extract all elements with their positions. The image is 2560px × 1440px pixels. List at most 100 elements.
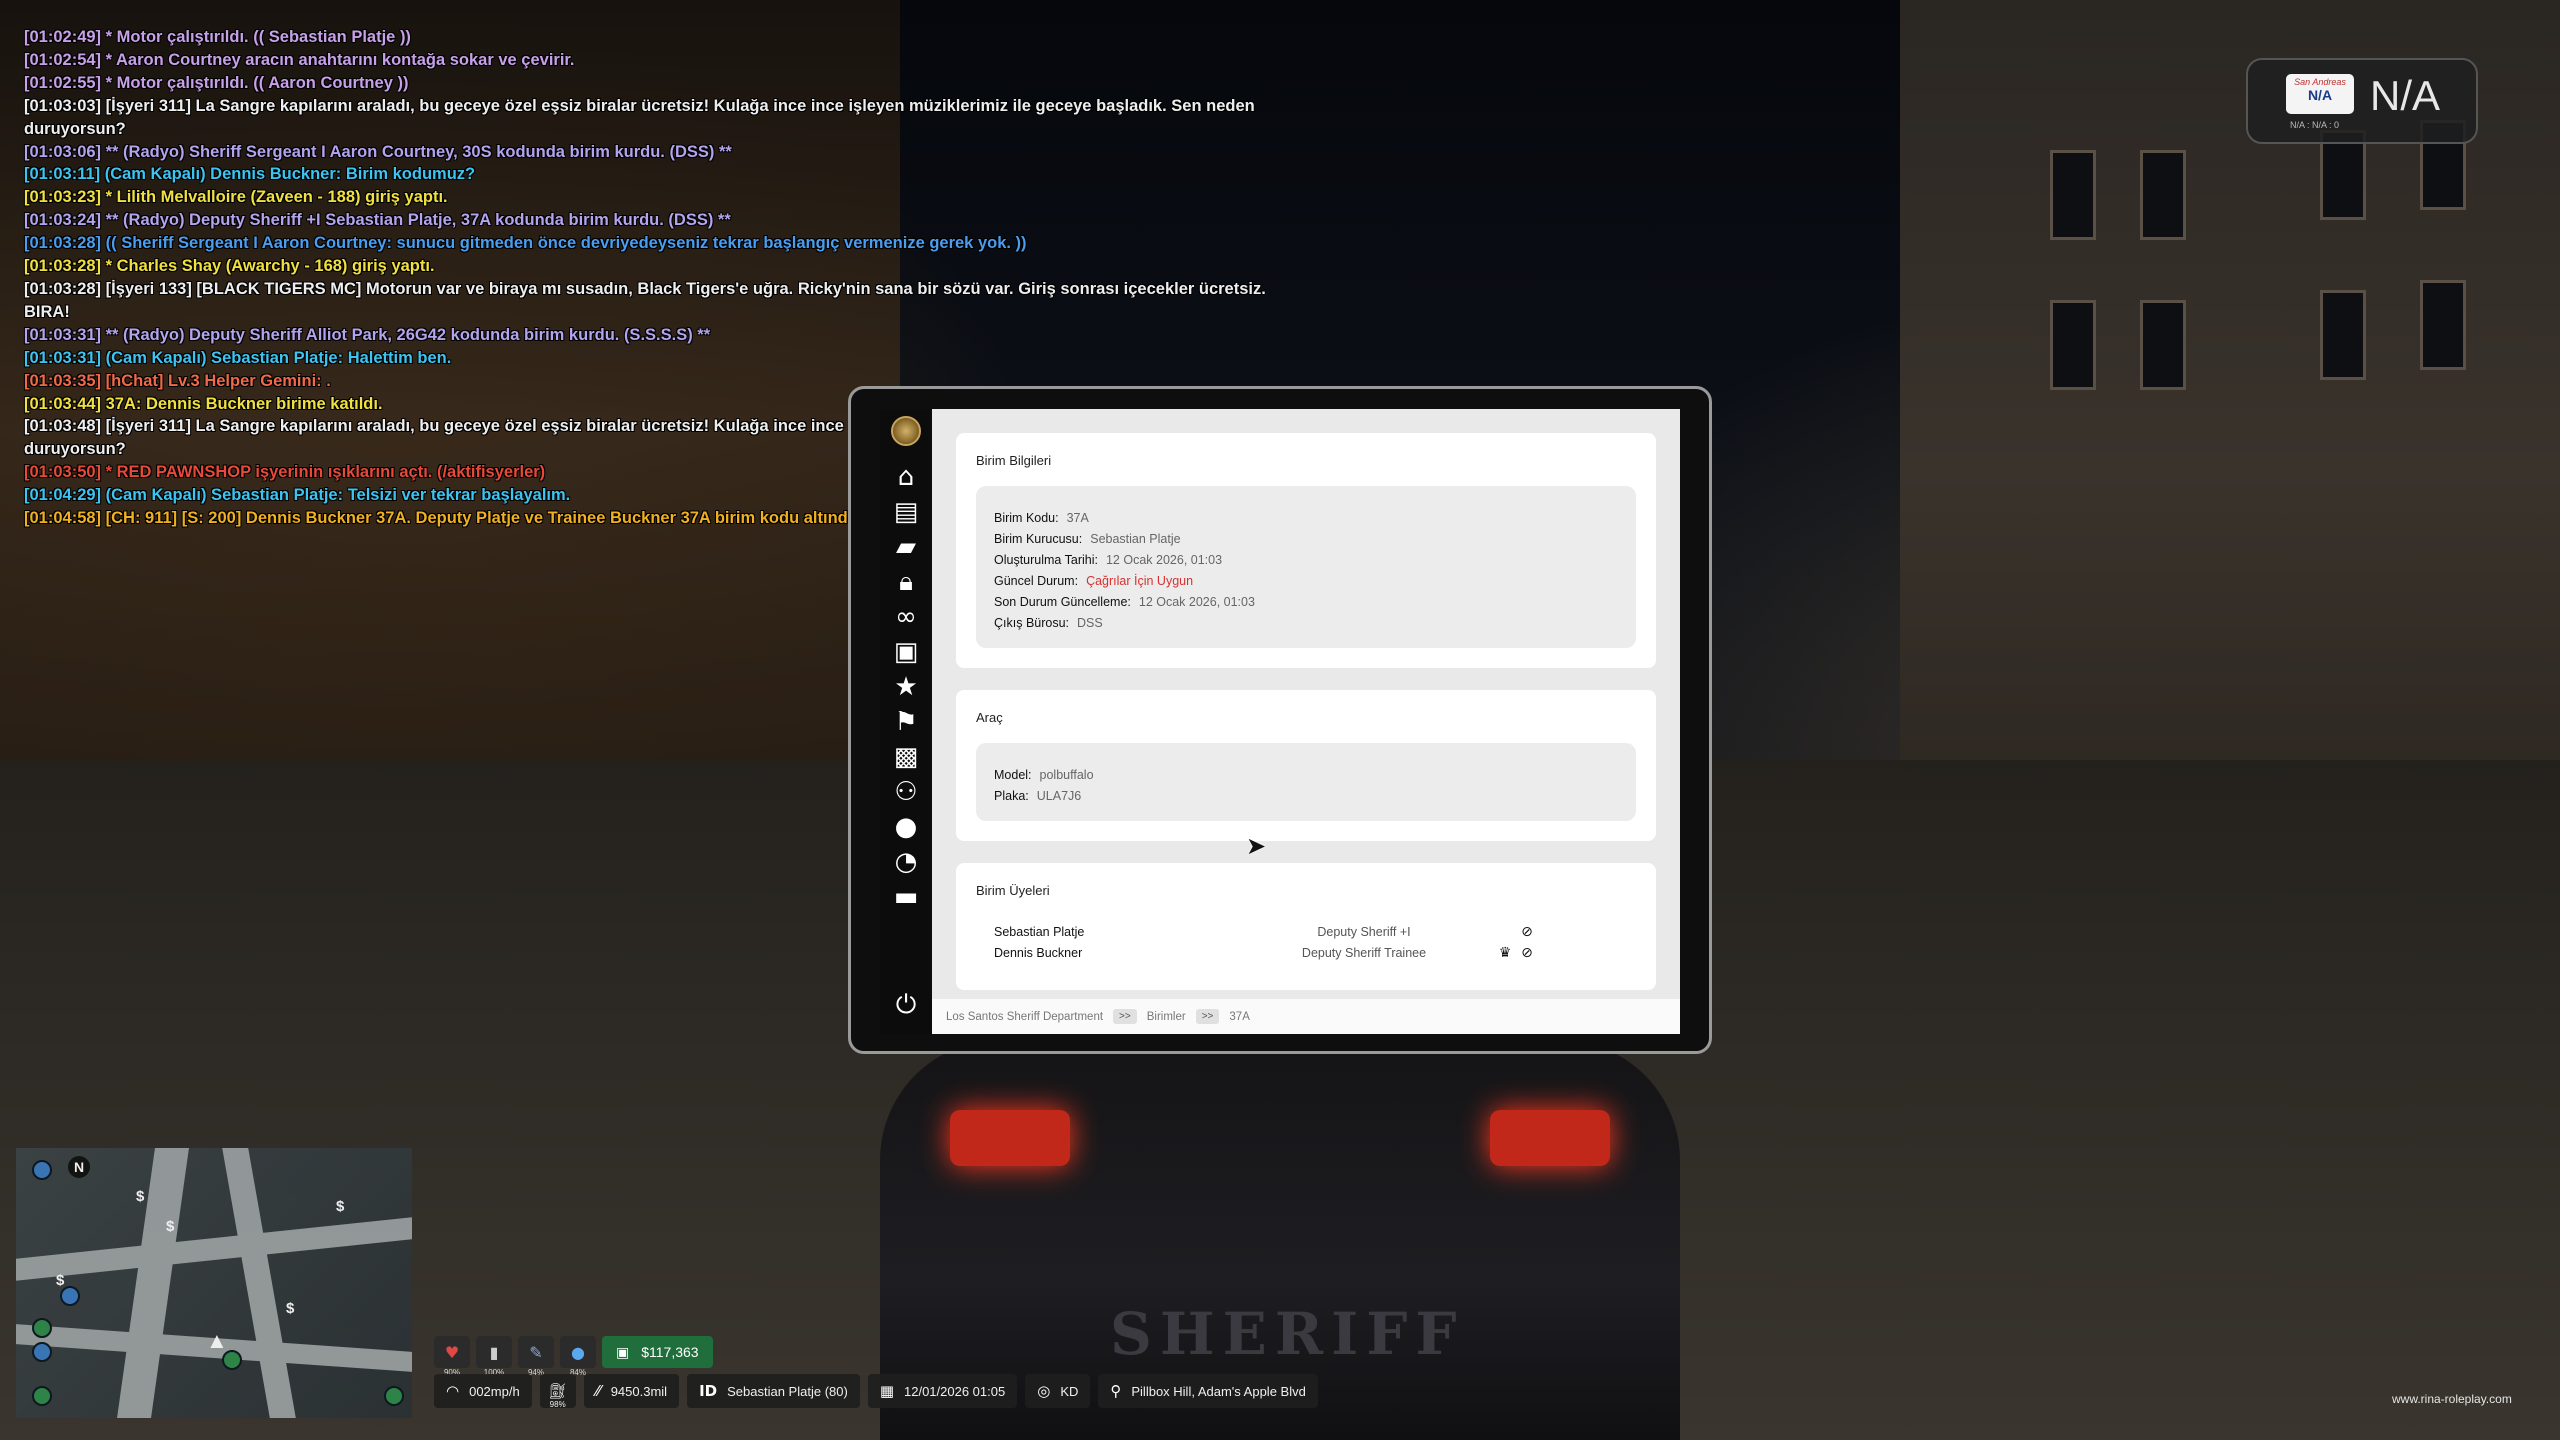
- map-blip-icon: [32, 1386, 52, 1406]
- member-name: Sebastian Platje: [994, 925, 1085, 939]
- vehicle-title: Araç: [976, 710, 1003, 725]
- power-icon[interactable]: ⏻: [880, 989, 932, 1021]
- chat-line: [01:03:11] (Cam Kapalı) Dennis Buckner: …: [24, 165, 476, 184]
- created-date-row: Oluşturulma Tarihi: 12 Ocak 2026, 01:03: [994, 550, 1618, 571]
- document-icon[interactable]: ▤: [880, 496, 932, 528]
- briefcase-icon[interactable]: ▣: [880, 636, 932, 668]
- shop-dollar-icon: $: [286, 1300, 295, 1317]
- fuel-value: 98%: [549, 1400, 566, 1409]
- wallet-icon: ▣: [616, 1343, 630, 1360]
- bureau-row: Çıkış Bürosu: DSS: [994, 613, 1618, 634]
- member-name: Dennis Buckner: [994, 946, 1083, 960]
- chat-line: [01:03:23] * Lilith Melvalloire (Zaveen …: [24, 188, 448, 207]
- star-icon[interactable]: ★: [880, 671, 932, 703]
- location-pin-icon: ⚲: [1110, 1382, 1122, 1400]
- member-row: Dennis Buckner Deputy Sheriff Trainee ♛ …: [994, 943, 1618, 964]
- last-update-row: Son Durum Güncelleme: 12 Ocak 2026, 01:03: [994, 592, 1618, 613]
- map-blip-icon: [384, 1386, 404, 1406]
- heart-icon: ♥: [444, 1342, 460, 1362]
- field-label: Model:: [994, 768, 1032, 782]
- map-blip-icon: [32, 1342, 52, 1362]
- breadcrumb-separator: >>: [1195, 1009, 1220, 1024]
- chat-line: [01:03:06] ** (Radyo) Sheriff Sergeant I…: [24, 142, 732, 161]
- map-blip-icon: [32, 1160, 52, 1180]
- field-label: Son Durum Güncelleme:: [994, 595, 1131, 609]
- money-value: $117,363: [641, 1344, 699, 1360]
- breadcrumb-current: 37A: [1229, 1010, 1250, 1023]
- members-list: Sebastian Platje Deputy Sheriff +I ⊘ Den…: [976, 916, 1636, 970]
- shop-dollar-icon: $: [56, 1272, 65, 1289]
- field-label: Birim Kodu:: [994, 511, 1059, 525]
- unit-info-title: Birim Bilgileri: [976, 453, 1052, 468]
- binoculars-icon[interactable]: ∞: [880, 601, 932, 633]
- hud-bar: ◠ 002mp/h ⛽︎ 98% ⁄⁄ 9450.3mil ID Sebastian P…: [434, 1374, 1318, 1409]
- compass-north-icon: N: [68, 1156, 90, 1178]
- remove-member-icon[interactable]: ⊘: [1516, 922, 1538, 943]
- fuel-display: ⛽︎ 98%: [539, 1374, 576, 1409]
- dashboard-icon[interactable]: ◔: [880, 846, 932, 878]
- vehicle-plate-widget: San Andreas N/A N/A N/A : N/A : 0: [2246, 58, 2478, 144]
- field-label: Güncel Durum:: [994, 574, 1079, 588]
- sheriff-badge-icon: [880, 415, 932, 447]
- home-icon[interactable]: ⌂: [880, 461, 932, 493]
- tablet-sidebar: ⌂ ▤ ▰ 🔒︎ ∞ ▣ ★ ⚑ ▩ ⚇ ● ◔ ▬ ⏻: [880, 409, 932, 1034]
- lock-icon[interactable]: 🔒︎: [880, 566, 932, 598]
- vehicle-box: Model: polbuffalo Plaka: ULA7J6: [976, 743, 1636, 821]
- location-value: Pillbox Hill, Adam's Apple Blvd: [1131, 1383, 1306, 1399]
- plate-sub: N/A : N/A : 0: [2290, 120, 2340, 130]
- field-label: Plaka:: [994, 789, 1029, 803]
- speed-value: 002mp/h: [469, 1383, 520, 1399]
- folder-icon[interactable]: ▰: [880, 531, 932, 563]
- field-label: Birim Kurucusu:: [994, 532, 1083, 546]
- odometer-value: 9450.3mil: [610, 1383, 668, 1399]
- datetime-display: ▦ 12/01/2026 01:05: [867, 1374, 1018, 1408]
- tablet-content: Birim Bilgileri Birim Kodu: 37A Birim Kur…: [932, 409, 1680, 999]
- members-title: Birim Üyeleri: [976, 883, 1050, 898]
- person-icon[interactable]: ●: [880, 811, 932, 843]
- breadcrumb-units[interactable]: Birimler: [1147, 1011, 1186, 1023]
- armor-icon: ▮: [489, 1342, 499, 1362]
- chat-line: [01:02:54] * Aaron Courtney aracın anaht…: [24, 50, 575, 69]
- fuel-icon: ⛽︎: [548, 1382, 568, 1400]
- chat-line: [01:02:49] * Motor çalıştırıldı. (( Seba…: [24, 28, 411, 46]
- chat-line: [01:03:03] [İşyeri 311] La Sangre kapıla…: [24, 96, 1255, 138]
- water-stat: ● 84%: [560, 1336, 596, 1377]
- flag-icon[interactable]: ⚑: [880, 706, 932, 738]
- chat-line: [01:02:55] * Motor çalıştırıldı. (( Aaro…: [24, 73, 409, 92]
- road-icon: ⁄⁄: [595, 1382, 601, 1400]
- model-value: polbuffalo: [1039, 768, 1094, 782]
- status-value[interactable]: Çağrılar İçin Uygun: [1086, 574, 1193, 588]
- group-icon[interactable]: ⚇: [880, 776, 932, 808]
- health-stat: ♥ 90%: [434, 1336, 470, 1377]
- created-date-value: 12 Ocak 2026, 01:03: [1105, 553, 1223, 567]
- food-stat: ✎ 94%: [518, 1336, 554, 1377]
- status-row: Güncel Durum: Çağrılar İçin Uygun: [994, 571, 1618, 592]
- chat-line: [01:03:28] [İşyeri 133] [BLACK TIGERS MC…: [24, 279, 1266, 321]
- unit-info-card: Birim Bilgileri Birim Kodu: 37A Birim Kur…: [956, 433, 1656, 668]
- remove-member-icon[interactable]: ⊘: [1516, 943, 1538, 964]
- tablet-screen: ⌂ ▤ ▰ 🔒︎ ∞ ▣ ★ ⚑ ▩ ⚇ ● ◔ ▬ ⏻ Birim Bilgi…: [880, 409, 1680, 1034]
- bureau-value: DSS: [1077, 616, 1103, 630]
- chat-line: [01:03:31] ** (Radyo) Deputy Sheriff All…: [24, 325, 711, 344]
- unit-code-row: Birim Kodu: 37A: [994, 508, 1618, 529]
- money-display: ▣ $117,363: [602, 1336, 713, 1368]
- vehicle-card: Araç Model: polbuffalo Plaka: ULA7J6: [956, 690, 1656, 841]
- archive-icon[interactable]: ▬: [880, 881, 932, 913]
- compass-icon: ◎: [1037, 1382, 1051, 1400]
- heading-value: KD: [1060, 1383, 1079, 1399]
- breadcrumb-department[interactable]: Los Santos Sheriff Department: [946, 1011, 1103, 1023]
- unit-info-box: Birim Kodu: 37A Birim Kurucusu: Sebastian …: [976, 486, 1636, 648]
- member-rank: Deputy Sheriff Trainee: [1301, 946, 1427, 960]
- crown-icon[interactable]: ♛: [1494, 943, 1516, 964]
- location-display: ⚲ Pillbox Hill, Adam's Apple Blvd: [1098, 1374, 1318, 1408]
- unit-founder-row: Birim Kurucusu: Sebastian Platje: [994, 529, 1618, 550]
- members-card: Birim Üyeleri Sebastian Platje Deputy Sh…: [956, 863, 1656, 990]
- map-blip-icon: [60, 1286, 80, 1306]
- map-blip-icon: [32, 1318, 52, 1338]
- plate-row: Plaka: ULA7J6: [994, 786, 1618, 807]
- unit-code-value: 37A: [1066, 511, 1089, 525]
- suitcase-icon[interactable]: ▩: [880, 741, 932, 773]
- calendar-icon: ▦: [879, 1382, 894, 1400]
- plate-value: ULA7J6: [1036, 789, 1082, 803]
- unit-founder-value: Sebastian Platje: [1090, 532, 1181, 546]
